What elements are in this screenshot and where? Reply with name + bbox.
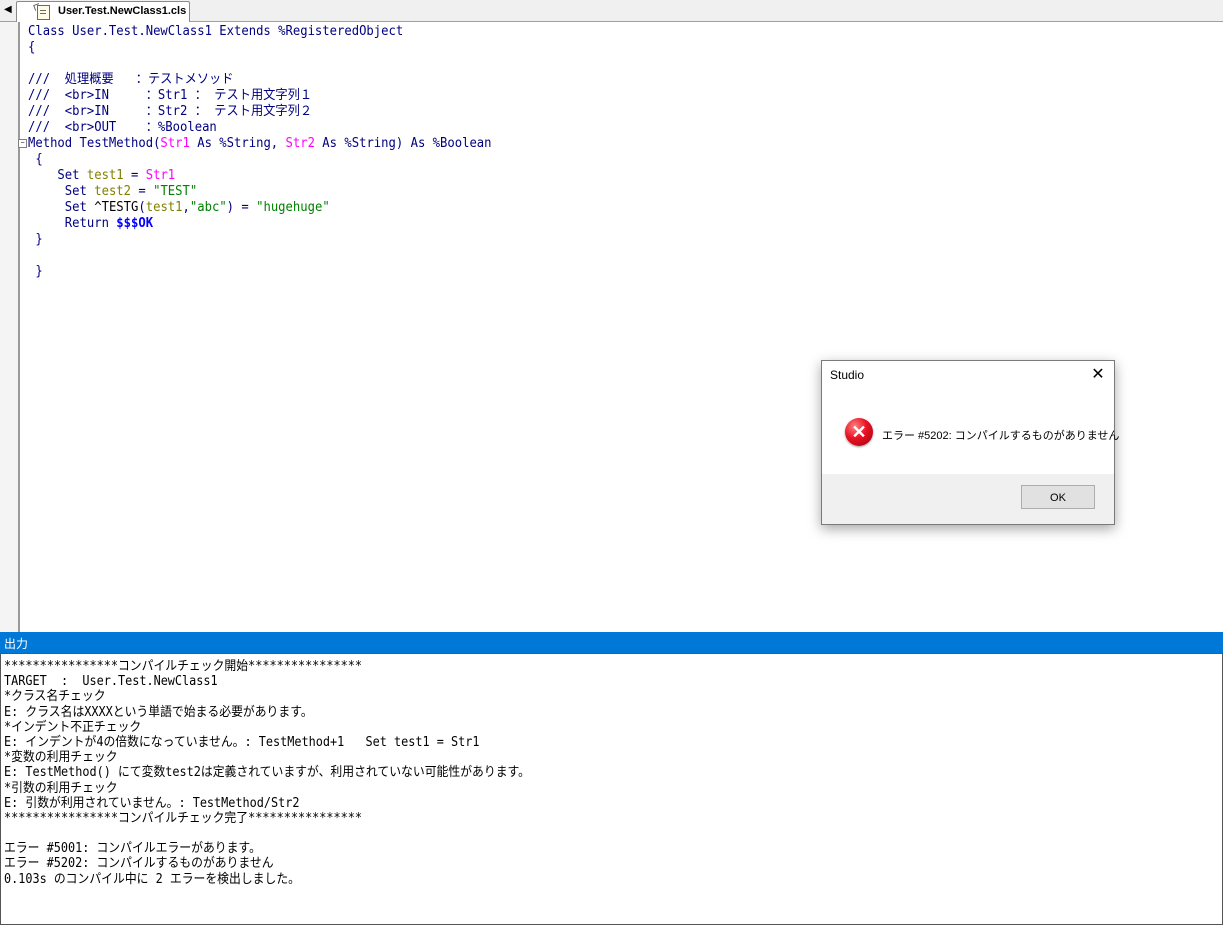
code-token: "hugehuge" <box>256 200 330 215</box>
output-line: エラー #5001: コンパイルエラーがあります。 <box>4 841 261 857</box>
code-editor[interactable]: − Class User.Test.NewClass1 Extends %Reg… <box>0 22 1223 632</box>
code-token: "abc" <box>189 200 227 215</box>
code-token: = <box>131 184 154 199</box>
code-token: /// 処理概要 ：テストメソッド <box>28 72 234 87</box>
code-line[interactable]: { <box>28 152 492 168</box>
code-token: As %String) As %Boolean <box>314 136 492 151</box>
code-token: Set <box>28 184 95 199</box>
output-panel-header: 出力 <box>0 632 1223 653</box>
code-token: /// <br>IN ：Str2 ： テスト用文字列２ <box>28 104 313 119</box>
code-line[interactable]: Set test2 = "TEST" <box>28 184 492 200</box>
output-panel-title: 出力 <box>4 637 29 651</box>
code-token: { <box>28 40 36 55</box>
dialog-title: Studio <box>830 368 865 382</box>
output-line: エラー #5202: コンパイルするものがありません <box>4 856 274 872</box>
code-token: Class User.Test.NewClass1 Extends %Regis… <box>28 24 404 39</box>
code-token: ) = <box>226 200 257 215</box>
code-line[interactable]: /// <br>IN ：Str1 ： テスト用文字列１ <box>28 88 492 104</box>
code-line[interactable]: Set test1 = Str1 <box>28 168 492 184</box>
fold-toggle-icon[interactable]: − <box>18 139 27 148</box>
code-token: As %String, <box>189 136 286 151</box>
code-token: ^TESTG <box>94 200 139 215</box>
output-line: *クラス名チェック <box>4 689 106 705</box>
output-line: ****************コンパイルチェック完了*************… <box>4 810 363 826</box>
output-text: ****************コンパイルチェック開始*************… <box>4 659 530 887</box>
code-token: test2 <box>94 184 132 199</box>
code-token: Str1 <box>145 168 176 183</box>
output-line: E: インデントが4の倍数になっていません。: TestMethod+1 Set… <box>4 734 480 750</box>
output-line: E: TestMethod() にて変数test2は定義されていますが、利用され… <box>4 765 531 781</box>
code-token: } <box>28 232 43 247</box>
error-icon: ✕ <box>845 418 873 446</box>
code-token: Str1 <box>160 136 190 151</box>
output-line: *引数の利用チェック <box>4 780 118 796</box>
output-line: E: クラス名はXXXXという単語で始まる必要があります。 <box>4 704 313 720</box>
output-panel[interactable]: ****************コンパイルチェック開始*************… <box>0 653 1223 925</box>
close-icon[interactable]: ✕ <box>1082 361 1114 389</box>
code-line[interactable] <box>28 56 492 72</box>
editor-tab-strip: ◀ User.Test.NewClass1.cls <box>0 0 1223 22</box>
code-token: test1 <box>86 168 124 183</box>
code-token: Str2 <box>285 136 315 151</box>
tab-scroll-left-icon[interactable]: ◀ <box>4 4 12 16</box>
output-line: E: 引数が利用されていません。: TestMethod/Str2 <box>4 795 300 811</box>
tab-user-test-newclass1[interactable]: User.Test.NewClass1.cls <box>16 1 190 22</box>
code-line[interactable]: Set ^TESTG(test1,"abc") = "hugehuge" <box>28 200 492 216</box>
code-token: $$$OK <box>116 216 154 231</box>
code-token: } <box>28 264 43 279</box>
output-line: TARGET : User.Test.NewClass1 <box>4 674 218 690</box>
code-token: Method TestMethod( <box>28 136 161 151</box>
code-token: Return <box>28 216 117 231</box>
code-content[interactable]: Class User.Test.NewClass1 Extends %Regis… <box>28 24 492 280</box>
code-line[interactable]: /// 処理概要 ：テストメソッド <box>28 72 492 88</box>
code-line[interactable]: Class User.Test.NewClass1 Extends %Regis… <box>28 24 492 40</box>
code-token: test1 <box>145 200 183 215</box>
code-line[interactable]: { <box>28 40 492 56</box>
dialog-footer: OK <box>822 474 1114 524</box>
code-line[interactable]: Method TestMethod(Str1 As %String, Str2 … <box>28 136 492 152</box>
code-line[interactable]: Return $$$OK <box>28 216 492 232</box>
code-token: "TEST" <box>153 184 198 199</box>
ok-button[interactable]: OK <box>1021 485 1095 509</box>
code-line[interactable]: } <box>28 232 492 248</box>
class-file-icon <box>37 5 50 20</box>
code-line[interactable] <box>28 248 492 264</box>
code-token: Set <box>28 200 95 215</box>
code-token: Set <box>28 168 87 183</box>
output-line: 0.103s のコンパイル中に 2 エラーを検出しました。 <box>4 871 301 887</box>
code-token: /// <br>IN ：Str1 ： テスト用文字列１ <box>28 88 313 103</box>
error-dialog: Studio ✕ ✕ エラー #5202: コンパイルするものがありません OK <box>821 360 1119 525</box>
tab-label: User.Test.NewClass1.cls <box>58 5 187 17</box>
code-line[interactable]: } <box>28 264 492 280</box>
code-token: { <box>28 152 43 167</box>
output-line: *変数の利用チェック <box>4 750 118 766</box>
code-token: = <box>123 168 146 183</box>
code-token: /// <br>OUT ：%Boolean <box>28 120 217 135</box>
code-line[interactable]: /// <br>OUT ：%Boolean <box>28 120 492 136</box>
output-line: *インデント不正チェック <box>4 719 142 735</box>
code-line[interactable]: /// <br>IN ：Str2 ： テスト用文字列２ <box>28 104 492 120</box>
output-line: ****************コンパイルチェック開始*************… <box>4 659 363 674</box>
dialog-message: エラー #5202: コンパイルするものがありません <box>882 430 1120 442</box>
editor-gutter <box>0 22 20 632</box>
